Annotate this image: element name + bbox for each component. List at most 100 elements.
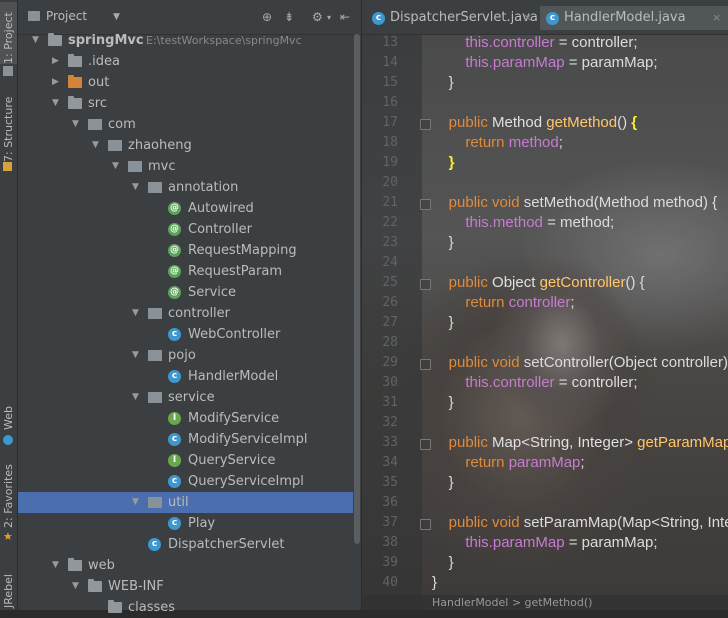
code-line[interactable]: } (432, 553, 454, 573)
tree-item-mvc[interactable]: ▼ mvc (18, 156, 353, 177)
code-line[interactable]: this.controller = controller; (432, 373, 637, 393)
project-scrollbar[interactable] (353, 34, 361, 554)
tree-item-zhaoheng[interactable]: ▼ zhaoheng (18, 135, 353, 156)
code-line[interactable]: public void setMethod(Method method) { (432, 193, 718, 213)
expand-arrow-icon[interactable]: ▼ (72, 576, 82, 597)
tree-item-modifyservice[interactable]: I ModifyService (18, 408, 353, 429)
code-line[interactable]: public void setController(Object control… (432, 353, 728, 373)
fold-marker-icon[interactable] (420, 439, 431, 450)
editor-tabs: c DispatcherServlet.java × c HandlerMode… (362, 0, 728, 35)
expand-arrow-icon[interactable]: ▼ (72, 114, 82, 135)
code-line[interactable]: } (432, 393, 454, 413)
tree-item-service[interactable]: ▼ service (18, 387, 353, 408)
code-line[interactable]: this.paramMap = paramMap; (432, 533, 657, 553)
close-tab-icon[interactable]: × (523, 6, 532, 30)
tree-item-idea[interactable]: ▶ .idea (18, 51, 353, 72)
tree-item-autowired[interactable]: @ Autowired (18, 198, 353, 219)
jrebel-tool-tab[interactable]: JRebel (0, 560, 17, 610)
code-token: } (432, 554, 454, 571)
code-line[interactable]: return paramMap; (432, 453, 584, 473)
code-line[interactable]: return method; (432, 133, 563, 153)
close-tab-icon[interactable]: × (712, 6, 721, 30)
tree-item-webcontroller[interactable]: c WebController (18, 324, 353, 345)
fold-marker-icon[interactable] (420, 279, 431, 290)
expand-arrow-icon[interactable]: ▼ (92, 135, 102, 156)
expand-arrow-icon[interactable]: ▼ (52, 93, 62, 114)
expand-arrow-icon[interactable]: ▼ (132, 345, 142, 366)
code-line[interactable]: } (432, 313, 454, 333)
tree-item-queryservice[interactable]: I QueryService (18, 450, 353, 471)
tree-item-util[interactable]: ▼ util (18, 492, 353, 513)
tree-item-web[interactable]: ▼ web (18, 555, 353, 576)
tree-item-label: service (168, 390, 215, 405)
tree-item-controller[interactable]: ▼ controller (18, 303, 353, 324)
tab-dispatcherservlet[interactable]: c DispatcherServlet.java × (366, 6, 538, 30)
tree-item-requestparam[interactable]: @ RequestParam (18, 261, 353, 282)
project-scrollbar-thumb[interactable] (354, 34, 360, 544)
tree-item-label: out (88, 75, 110, 90)
tree-item-queryserviceimpl[interactable]: c QueryServiceImpl (18, 471, 353, 492)
fold-marker-icon[interactable] (420, 359, 431, 370)
expand-arrow-icon[interactable]: ▼ (52, 555, 62, 576)
code-token: } (432, 234, 454, 251)
code-token: } (432, 314, 454, 331)
tree-item-dispatcherservlet[interactable]: c DispatcherServlet (18, 534, 353, 555)
project-tool-tab[interactable]: 1: Project (0, 2, 17, 64)
code-line[interactable]: this.paramMap = paramMap; (432, 53, 657, 73)
expand-arrow-icon[interactable]: ▼ (132, 387, 142, 408)
tree-item-handlermodel[interactable]: c HandlerModel (18, 366, 353, 387)
expand-arrow-icon[interactable]: ▼ (112, 156, 122, 177)
code-token: return (432, 294, 509, 311)
settings-gear-icon[interactable]: ⚙ (312, 10, 323, 24)
web-tool-tab[interactable]: Web (0, 400, 17, 450)
expand-arrow-icon[interactable]: ▼ (32, 30, 42, 51)
fold-marker-icon[interactable] (420, 199, 431, 210)
fold-marker-icon[interactable] (420, 119, 431, 130)
code-line[interactable]: } (432, 473, 454, 493)
settings-dropdown-icon[interactable]: ▾ (327, 13, 331, 22)
tree-item-controller[interactable]: @ Controller (18, 219, 353, 240)
tree-item-com[interactable]: ▼ com (18, 114, 353, 135)
tree-item-label: classes (128, 600, 176, 615)
code-line[interactable]: } (432, 233, 454, 253)
annotation-icon: @ (168, 286, 181, 299)
tree-item-springmvc[interactable]: ▼ springMvc E:\testWorkspace\springMvc (18, 30, 353, 51)
expand-arrow-icon[interactable]: ▼ (132, 303, 142, 324)
code-line[interactable]: public Object getController() { (432, 273, 645, 293)
hide-panel-icon[interactable]: ⇤ (340, 10, 350, 24)
tab-handlermodel[interactable]: c HandlerModel.java × (540, 6, 728, 30)
tree-item-web-inf[interactable]: ▼ WEB-INF (18, 576, 353, 597)
tree-item-modifyserviceimpl[interactable]: c ModifyServiceImpl (18, 429, 353, 450)
expand-arrow-icon[interactable]: ▼ (132, 177, 142, 198)
collapse-arrow-icon[interactable]: ▶ (52, 72, 62, 93)
code-line[interactable]: this.method = method; (432, 213, 614, 233)
favorites-tool-tab[interactable]: 2: Favorites ★ (0, 460, 17, 545)
tree-item-play[interactable]: c Play (18, 513, 353, 534)
code-line[interactable]: public void setParamMap(Map<String, Inte… (432, 513, 728, 533)
code-line[interactable]: } (432, 73, 454, 93)
tree-item-service[interactable]: @ Service (18, 282, 353, 303)
code-line[interactable]: return controller; (432, 293, 574, 313)
code-token: getMethod (546, 114, 618, 131)
tree-item-src[interactable]: ▼ src (18, 93, 353, 114)
structure-tool-tab[interactable]: 7: Structure (0, 97, 17, 172)
collapse-arrow-icon[interactable]: ▶ (52, 51, 62, 72)
chevron-down-icon[interactable]: ▼ (113, 12, 120, 22)
fold-marker-icon[interactable] (420, 519, 431, 530)
tree-item-requestmapping[interactable]: @ RequestMapping (18, 240, 353, 261)
tree-item-classes[interactable]: classes (18, 597, 353, 618)
tree-item-annotation[interactable]: ▼ annotation (18, 177, 353, 198)
locate-icon[interactable]: ⊕ (262, 10, 272, 24)
code-line[interactable]: public Method getMethod() { (432, 113, 637, 133)
code-line[interactable]: this.controller = controller; (432, 33, 637, 53)
tree-item-pojo[interactable]: ▼ pojo (18, 345, 353, 366)
code-line[interactable]: } (432, 153, 455, 173)
tree-item-out[interactable]: ▶ out (18, 72, 353, 93)
collapse-all-icon[interactable]: ⇟ (284, 10, 294, 24)
project-view-selector[interactable]: Project (46, 9, 87, 23)
class-icon: c (546, 12, 559, 25)
editor-breadcrumb[interactable]: HandlerModel > getMethod() (362, 595, 728, 610)
code-line[interactable]: } (432, 573, 437, 593)
expand-arrow-icon[interactable]: ▼ (132, 492, 142, 513)
code-line[interactable]: public Map<String, Integer> getParamMap(… (432, 433, 728, 453)
